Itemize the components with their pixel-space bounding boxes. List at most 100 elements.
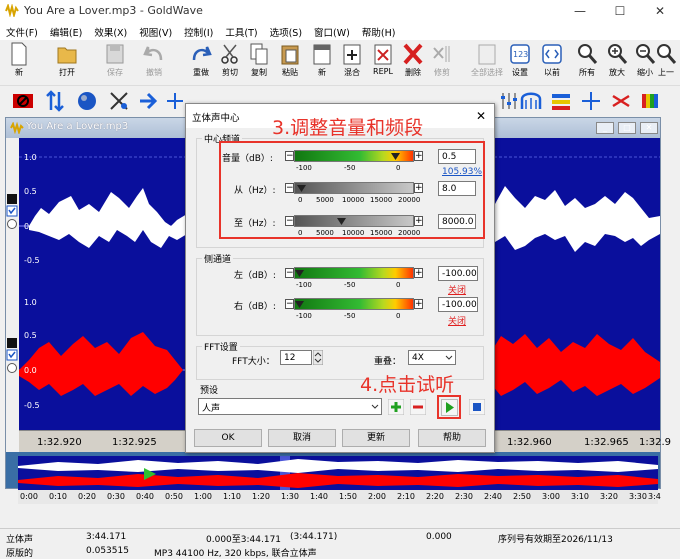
menu-tools[interactable]: 工具(T) bbox=[219, 22, 263, 40]
status-position: 0.000 bbox=[426, 532, 452, 542]
dialog-close-button[interactable]: ✕ bbox=[472, 107, 490, 125]
overview-tick: 0:50 bbox=[165, 492, 183, 501]
open-button[interactable]: 打开 bbox=[50, 42, 84, 84]
paste-button[interactable]: 粘贴 bbox=[273, 42, 307, 84]
menu-window[interactable]: 窗口(W) bbox=[308, 22, 356, 40]
right-db-input[interactable]: -100.00 bbox=[438, 297, 478, 312]
noise-reduction-icon[interactable] bbox=[580, 90, 602, 112]
select-all-button[interactable]: 全部选择 bbox=[470, 42, 504, 84]
side-channel-group-label: 侧通道 bbox=[202, 252, 234, 265]
mix-button[interactable]: 混合 bbox=[335, 42, 369, 84]
channel-controls bbox=[6, 138, 19, 452]
rainbow-filter-icon[interactable] bbox=[640, 90, 662, 112]
left-db-increase-button[interactable]: + bbox=[414, 268, 423, 278]
replace-button[interactable]: REPL bbox=[366, 42, 400, 84]
top-channel-toggle[interactable] bbox=[6, 194, 18, 234]
close-button[interactable]: ✕ bbox=[640, 0, 680, 22]
update-button[interactable]: 更新 bbox=[342, 429, 410, 447]
zoom-all-button[interactable]: 所有 bbox=[570, 42, 604, 84]
right-db-slider[interactable]: − + bbox=[285, 297, 423, 311]
doc-maximize-button[interactable]: □ bbox=[618, 122, 636, 134]
left-db-decrease-button[interactable]: − bbox=[285, 268, 294, 278]
bottom-channel-toggle[interactable] bbox=[6, 338, 18, 378]
paste-new-button[interactable]: 新 bbox=[305, 42, 339, 84]
right-db-ticks: -100 -50 0 bbox=[296, 312, 401, 320]
add-preset-button[interactable] bbox=[388, 399, 404, 415]
equalizer-icon[interactable] bbox=[498, 90, 520, 112]
annotation-highlight-box bbox=[219, 141, 485, 239]
copy-button[interactable]: 复制 bbox=[242, 42, 276, 84]
vertical-arrows-icon[interactable] bbox=[44, 90, 66, 112]
right-db-increase-button[interactable]: + bbox=[414, 299, 423, 309]
overview-time-ruler: 0:00 0:10 0:20 0:30 0:40 0:50 1:00 1:10 … bbox=[18, 490, 661, 504]
cancel-button[interactable]: 取消 bbox=[268, 429, 336, 447]
overview-tick: 2:10 bbox=[397, 492, 415, 501]
left-db-status[interactable]: 关闭 bbox=[448, 283, 466, 296]
crossfade-icon[interactable] bbox=[610, 90, 632, 112]
time-tick: 1:32.920 bbox=[37, 437, 82, 448]
overview-tick: 3:20 bbox=[600, 492, 618, 501]
compress-icon[interactable] bbox=[164, 90, 186, 112]
new-button[interactable]: 新 bbox=[2, 42, 36, 84]
overview-tick: 3:10 bbox=[571, 492, 589, 501]
sphere-icon[interactable] bbox=[76, 90, 98, 112]
replace-icon bbox=[374, 44, 392, 65]
overview-tick: 0:20 bbox=[78, 492, 96, 501]
ok-button[interactable]: OK bbox=[194, 429, 262, 447]
annotation-step3: 3.调整音量和频段 bbox=[272, 117, 424, 139]
fft-size-spinner[interactable] bbox=[313, 350, 323, 365]
left-db-thumb[interactable] bbox=[295, 269, 304, 278]
overlap-select[interactable]: 4X bbox=[408, 350, 456, 365]
menu-help[interactable]: 帮助(H) bbox=[356, 22, 402, 40]
status-selection-length: (3:44.171) bbox=[290, 532, 338, 542]
overview-tick: 1:30 bbox=[281, 492, 299, 501]
previous-button[interactable]: 以前 bbox=[535, 42, 569, 84]
menu-view[interactable]: 视图(V) bbox=[133, 22, 178, 40]
doc-close-button[interactable]: ✕ bbox=[640, 122, 658, 134]
spectrum-bars-icon[interactable] bbox=[550, 90, 572, 112]
right-db-track[interactable] bbox=[294, 298, 414, 310]
maximize-button[interactable]: ☐ bbox=[600, 0, 640, 22]
undo-button[interactable]: 撤销 bbox=[137, 42, 171, 84]
stop-sign-icon[interactable] bbox=[12, 90, 34, 112]
paste-icon bbox=[281, 45, 299, 65]
zoom-previous-button[interactable]: 上一 bbox=[652, 42, 680, 84]
save-button[interactable]: 保存 bbox=[98, 42, 132, 84]
overlap-select-value: 4X bbox=[412, 353, 424, 363]
menu-control[interactable]: 控制(I) bbox=[178, 22, 219, 40]
preset-label: 预设 bbox=[200, 386, 219, 396]
fft-size-input[interactable]: 12 bbox=[280, 350, 312, 365]
left-db-slider[interactable]: − + bbox=[285, 266, 423, 280]
zoom-previous-icon bbox=[657, 44, 677, 64]
menu-bar: 文件(F) 编辑(E) 效果(X) 视图(V) 控制(I) 工具(T) 选项(S… bbox=[0, 22, 680, 40]
menu-file[interactable]: 文件(F) bbox=[0, 22, 44, 40]
menu-options[interactable]: 选项(S) bbox=[264, 22, 308, 40]
right-db-thumb[interactable] bbox=[295, 300, 304, 309]
status-selection: 0.000至3:44.171 bbox=[206, 535, 282, 545]
help-button[interactable]: 帮助 bbox=[418, 429, 486, 447]
cross-arrows-icon[interactable] bbox=[108, 90, 130, 112]
overview-tick: 1:10 bbox=[223, 492, 241, 501]
time-tick: 1:32.965 bbox=[584, 437, 629, 448]
arches-icon[interactable] bbox=[520, 90, 542, 112]
status-original: 原版的 bbox=[6, 549, 34, 559]
set-button[interactable]: 123 设置 bbox=[503, 42, 537, 84]
preview-stop-button[interactable] bbox=[469, 399, 485, 415]
left-db-input[interactable]: -100.00 bbox=[438, 266, 478, 281]
left-db-track[interactable] bbox=[294, 267, 414, 279]
trim-button[interactable]: 修剪 bbox=[425, 42, 459, 84]
previous-icon bbox=[542, 44, 562, 64]
arrow-right-icon[interactable] bbox=[138, 90, 160, 112]
doc-minimize-button[interactable]: _ bbox=[596, 122, 614, 134]
trim-icon bbox=[433, 46, 450, 62]
right-db-status[interactable]: 关闭 bbox=[448, 314, 466, 327]
overview-tick: 3:4 bbox=[648, 492, 661, 501]
status-original-value: 0.053515 bbox=[86, 546, 129, 556]
menu-effect[interactable]: 效果(X) bbox=[88, 22, 133, 40]
menu-edit[interactable]: 编辑(E) bbox=[44, 22, 88, 40]
minimize-button[interactable]: — bbox=[560, 0, 600, 22]
right-db-decrease-button[interactable]: − bbox=[285, 299, 294, 309]
preset-select[interactable]: 人声 bbox=[198, 398, 382, 415]
remove-preset-button[interactable] bbox=[410, 399, 426, 415]
overview-waveform[interactable] bbox=[18, 456, 658, 490]
